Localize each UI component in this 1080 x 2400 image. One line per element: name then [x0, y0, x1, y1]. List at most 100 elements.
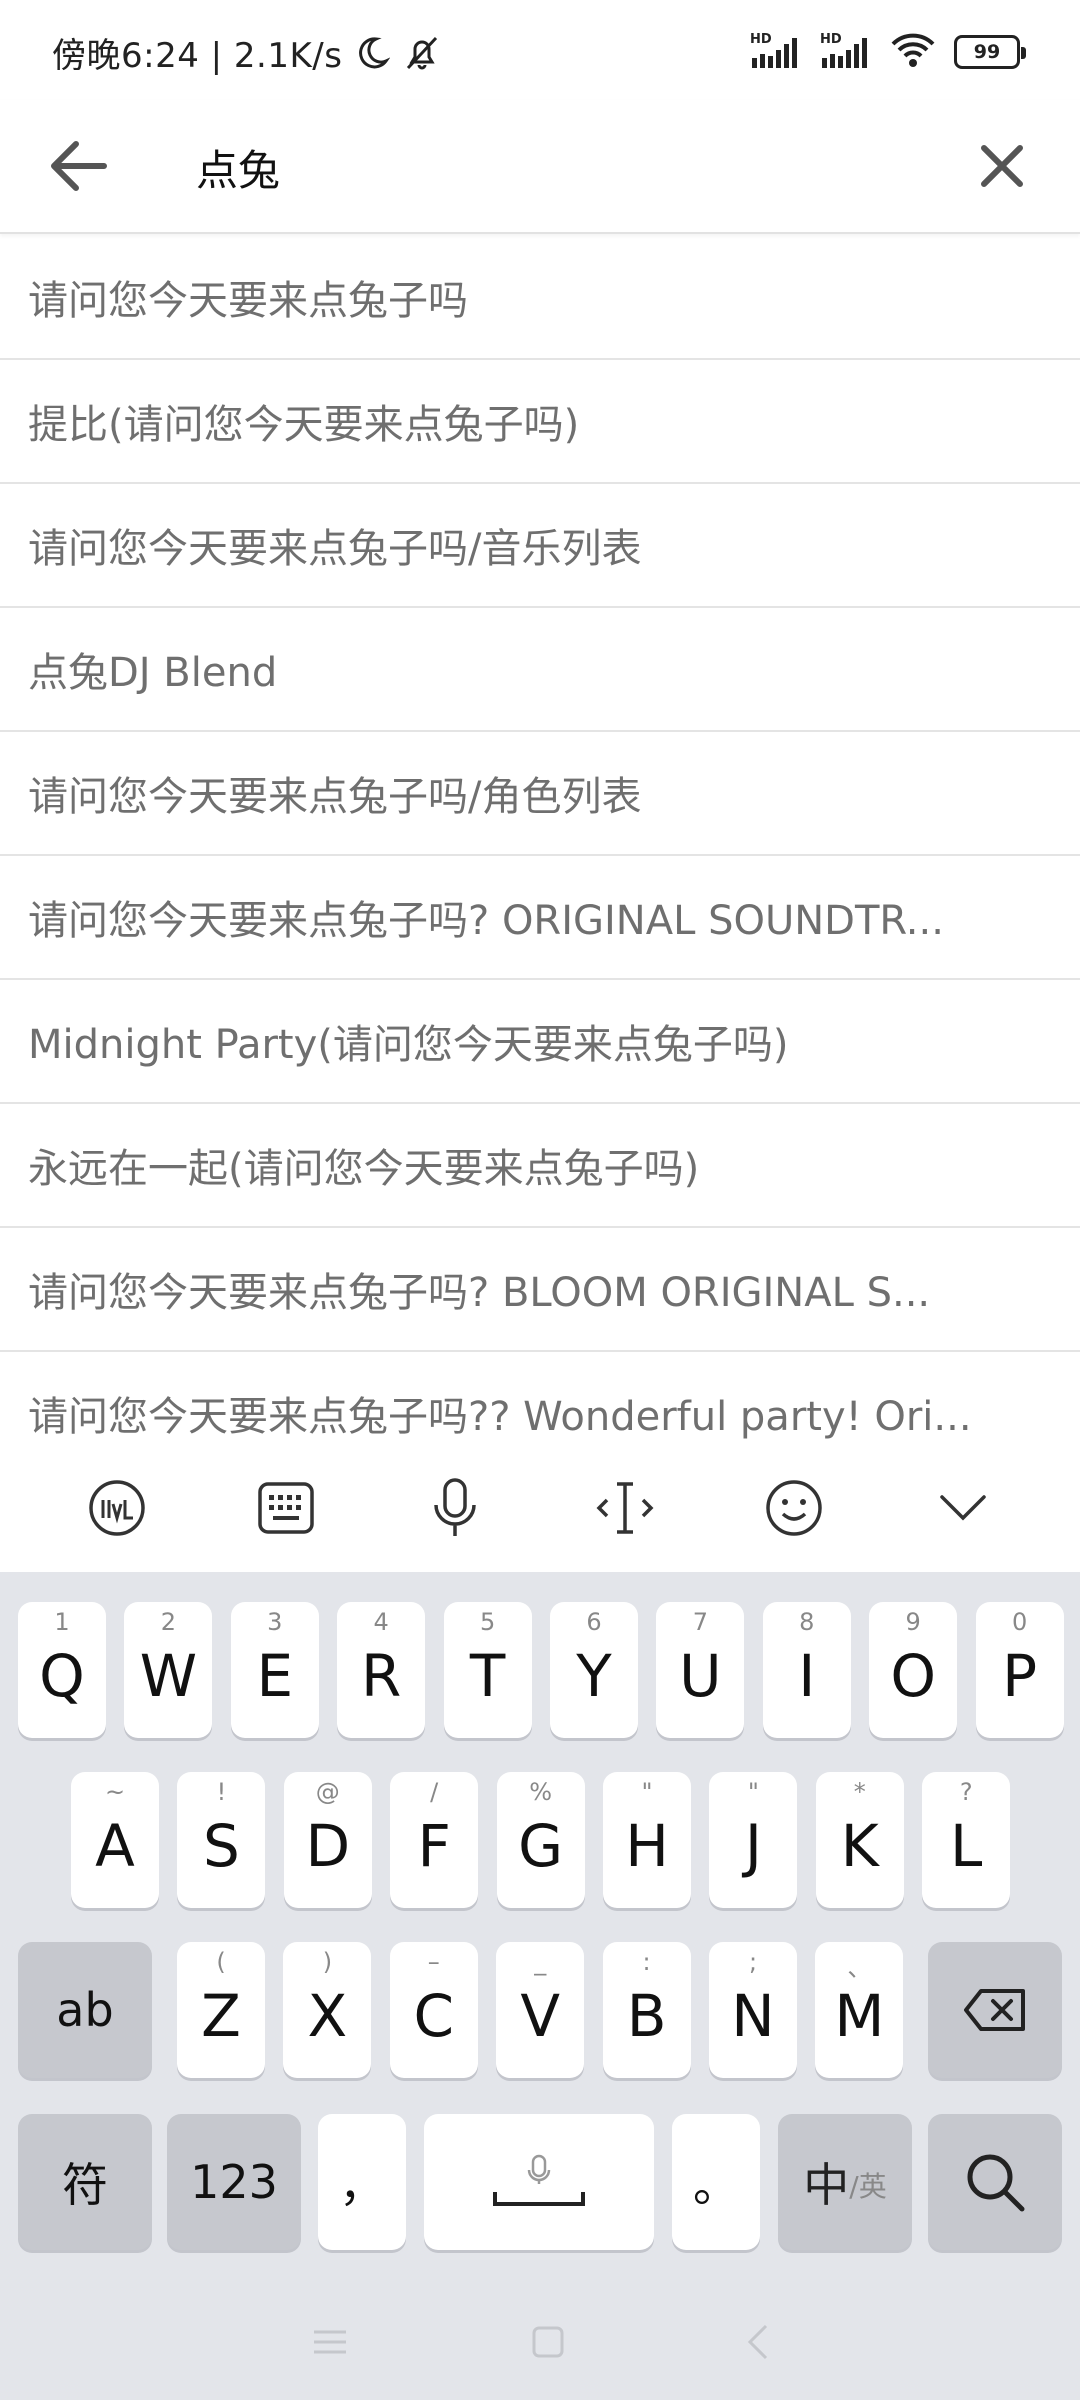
key-b[interactable]: :B: [602, 1942, 691, 2078]
symbols-key[interactable]: 符: [18, 2114, 152, 2250]
key-label: O: [890, 1642, 937, 1710]
key-hint: ?: [959, 1778, 973, 1806]
numbers-key[interactable]: 123: [167, 2114, 301, 2250]
key-p[interactable]: 0P: [975, 1602, 1064, 1738]
clear-button[interactable]: [964, 128, 1040, 204]
period-key[interactable]: 。: [672, 2114, 760, 2250]
emoji-icon: [766, 1480, 822, 1536]
key-c[interactable]: – C: [389, 1942, 478, 2078]
suggestion-item[interactable]: 请问您今天要来点兔子吗/音乐列表: [0, 484, 1080, 608]
language-switch-key[interactable]: 中/英: [778, 2114, 912, 2250]
key-label: A: [95, 1812, 135, 1880]
suggestion-item[interactable]: 点兔DJ Blend: [0, 608, 1080, 732]
key-hint: –: [427, 1948, 440, 1976]
key-label: Y: [576, 1642, 612, 1710]
status-bar: 傍晚6:24 | 2.1K/s HD HD 99: [0, 0, 1080, 100]
cursor-button[interactable]: [585, 1468, 665, 1548]
key-g[interactable]: % G: [496, 1772, 585, 1908]
key-f[interactable]: / F: [390, 1772, 479, 1908]
key-h[interactable]: " H: [603, 1772, 691, 1908]
suggestion-item[interactable]: 永远在一起(请问您今天要来点兔子吗): [0, 1104, 1080, 1228]
key-z[interactable]: (Z: [177, 1942, 265, 2078]
key-i[interactable]: 8I: [762, 1602, 851, 1738]
key-hint: 6: [586, 1608, 602, 1636]
battery-icon: 99: [954, 35, 1026, 69]
suggestion-item[interactable]: 请问您今天要来点兔子吗: [0, 236, 1080, 360]
shift-key[interactable]: ab: [18, 1942, 152, 2078]
key-label: G: [518, 1812, 564, 1880]
moon-icon: [354, 35, 391, 71]
key-q[interactable]: 1Q: [18, 1602, 106, 1738]
key-hint: %: [529, 1778, 552, 1806]
key-label: P: [1002, 1642, 1038, 1710]
key-x[interactable]: ) X: [283, 1942, 372, 2078]
key-label: D: [305, 1812, 351, 1880]
key-n[interactable]: ; N: [709, 1942, 797, 2078]
suggestion-item[interactable]: 请问您今天要来点兔子吗?? Wonderful party! Ori...: [0, 1352, 1080, 1444]
key-s[interactable]: ! S: [177, 1772, 266, 1908]
space-key[interactable]: [424, 2114, 654, 2250]
key-label: L: [950, 1812, 983, 1880]
close-icon: [981, 145, 1023, 187]
search-input[interactable]: [196, 130, 936, 204]
home-nav-button[interactable]: [530, 2324, 566, 2364]
suggestion-item[interactable]: 请问您今天要来点兔子吗? ORIGINAL SOUNDTR...: [0, 856, 1080, 980]
key-hint: ;: [748, 1948, 758, 1976]
key-label: F: [417, 1812, 451, 1880]
comma-key[interactable]: ，: [318, 2114, 406, 2250]
suggestion-item[interactable]: 请问您今天要来点兔子吗/角色列表: [0, 732, 1080, 856]
search-key[interactable]: [928, 2114, 1062, 2250]
key-label: H: [625, 1812, 669, 1880]
collapse-keyboard-button[interactable]: [923, 1468, 1003, 1548]
key-hint: *: [853, 1778, 866, 1806]
key-hint: @: [315, 1778, 340, 1806]
key-k[interactable]: * K: [815, 1772, 904, 1908]
key-hint: 、: [847, 1954, 872, 1982]
emoji-button[interactable]: [754, 1468, 834, 1548]
key-label: T: [469, 1642, 506, 1710]
key-y[interactable]: 6Y: [550, 1602, 638, 1738]
suggestion-item[interactable]: 提比(请问您今天要来点兔子吗): [0, 360, 1080, 484]
status-right: HD HD 99: [750, 32, 1026, 72]
key-w[interactable]: 2W: [124, 1602, 213, 1738]
key-hint: /: [430, 1778, 439, 1806]
key-v[interactable]: _ V: [496, 1942, 585, 2078]
back-button[interactable]: [40, 128, 116, 204]
backspace-key[interactable]: [928, 1942, 1062, 2078]
back-chevron-icon: [747, 2324, 768, 2360]
arrow-left-icon: [51, 141, 107, 191]
suggestion-item[interactable]: 请问您今天要来点兔子吗? BLOOM ORIGINAL S...: [0, 1228, 1080, 1352]
key-u[interactable]: 7U: [656, 1602, 745, 1738]
handwriting-icon: [88, 1480, 145, 1536]
key-label: U: [679, 1642, 722, 1710]
back-nav-button[interactable]: [746, 2322, 770, 2366]
voice-input-button[interactable]: [415, 1468, 495, 1548]
key-label: K: [840, 1812, 879, 1880]
handwriting-button[interactable]: [77, 1468, 157, 1548]
key-hint: 9: [905, 1608, 921, 1636]
keyboard-switch-button[interactable]: [246, 1468, 326, 1548]
key-hint: 4: [373, 1608, 389, 1636]
key-d[interactable]: @ D: [283, 1772, 372, 1908]
key-label: R: [361, 1642, 402, 1710]
key-j[interactable]: " J: [709, 1772, 798, 1908]
menu-nav-button[interactable]: [310, 2327, 350, 2361]
signal-icon-2: HD: [820, 32, 872, 72]
search-header: [0, 100, 1080, 234]
key-label: N: [731, 1982, 775, 2050]
key-t[interactable]: 5T: [443, 1602, 532, 1738]
key-a[interactable]: ~ A: [71, 1772, 159, 1908]
status-time: 傍晚6:24 | 2.1K/s: [52, 36, 343, 76]
key-r[interactable]: 4R: [337, 1602, 426, 1738]
key-o[interactable]: 9O: [869, 1602, 958, 1738]
key-e[interactable]: 3E: [230, 1602, 319, 1738]
key-l[interactable]: ? L: [922, 1772, 1011, 1908]
key-hint: ": [747, 1778, 759, 1806]
keyboard-toolbar: [0, 1444, 1080, 1572]
menu-icon: [314, 2330, 346, 2354]
status-left: 傍晚6:24 | 2.1K/s: [52, 28, 442, 77]
key-hint: (: [216, 1948, 226, 1976]
key-m[interactable]: 、 M: [815, 1942, 904, 2078]
key-hint: 7: [692, 1608, 709, 1636]
suggestion-item[interactable]: Midnight Party(请问您今天要来点兔子吗): [0, 980, 1080, 1104]
